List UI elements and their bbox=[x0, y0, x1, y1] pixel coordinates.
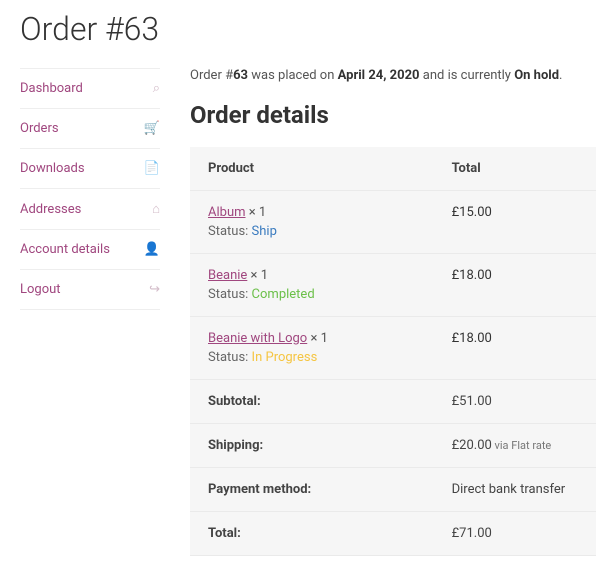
product-link[interactable]: Album bbox=[208, 205, 246, 220]
summary-label: Payment method: bbox=[190, 468, 434, 512]
sidebar-item-label: Dashboard bbox=[20, 81, 83, 96]
sidebar-item-account-details[interactable]: Account details 👤 bbox=[20, 230, 160, 270]
sidebar-item-dashboard[interactable]: Dashboard ⌕ bbox=[20, 68, 160, 109]
status-label: Status: bbox=[208, 350, 252, 365]
order-number: 63 bbox=[233, 68, 248, 83]
logout-icon: ↪ bbox=[149, 282, 160, 297]
product-status-line: Status: Completed bbox=[208, 287, 416, 302]
summary-value: £51.00 bbox=[434, 380, 596, 424]
page-title: Order #63 bbox=[20, 10, 596, 48]
file-icon: 📄 bbox=[144, 161, 160, 176]
account-sidebar: Dashboard ⌕ Orders 🛒 Downloads 📄 Address… bbox=[20, 68, 160, 556]
total-cell: £18.00 bbox=[434, 254, 596, 317]
product-status-line: Status: In Progress bbox=[208, 350, 416, 365]
product-qty: × 1 bbox=[247, 268, 268, 283]
sidebar-item-label: Downloads bbox=[20, 161, 85, 176]
summary-label: Subtotal: bbox=[190, 380, 434, 424]
sidebar-item-label: Addresses bbox=[20, 202, 81, 217]
summary-value: Direct bank transfer bbox=[434, 468, 596, 512]
product-link[interactable]: Beanie with Logo bbox=[208, 331, 307, 346]
summary-label: Total: bbox=[190, 512, 434, 556]
user-icon: 👤 bbox=[144, 242, 160, 257]
summary-row: Shipping:£20.00 via Flat rate bbox=[190, 424, 596, 468]
status-label: Status: bbox=[208, 287, 252, 302]
column-header-total: Total bbox=[434, 147, 596, 191]
table-row: Beanie with Logo × 1 Status: In Progress £… bbox=[190, 317, 596, 380]
sidebar-item-label: Logout bbox=[20, 282, 61, 297]
sidebar-item-downloads[interactable]: Downloads 📄 bbox=[20, 149, 160, 189]
product-link[interactable]: Beanie bbox=[208, 268, 247, 283]
product-cell: Beanie with Logo × 1 Status: In Progress bbox=[190, 317, 434, 380]
summary-value: £20.00 via Flat rate bbox=[434, 424, 596, 468]
total-cell: £18.00 bbox=[434, 317, 596, 380]
summary-extra: via Flat rate bbox=[492, 439, 551, 452]
dashboard-icon: ⌕ bbox=[153, 81, 160, 96]
sidebar-item-label: Account details bbox=[20, 242, 110, 257]
summary-row: Payment method:Direct bank transfer bbox=[190, 468, 596, 512]
sidebar-item-logout[interactable]: Logout ↪ bbox=[20, 270, 160, 310]
summary-row: Total:£71.00 bbox=[190, 512, 596, 556]
table-row: Beanie × 1 Status: Completed £18.00 bbox=[190, 254, 596, 317]
order-meta-text: . bbox=[559, 68, 562, 83]
product-status-line: Status: Ship bbox=[208, 224, 416, 239]
order-date: April 24, 2020 bbox=[338, 68, 420, 83]
product-cell: Beanie × 1 Status: Completed bbox=[190, 254, 434, 317]
status-label: Status: bbox=[208, 224, 252, 239]
order-meta: Order #63 was placed on April 24, 2020 a… bbox=[190, 68, 596, 83]
table-row: Album × 1 Status: Ship £15.00 bbox=[190, 191, 596, 254]
column-header-product: Product bbox=[190, 147, 434, 191]
sidebar-item-label: Orders bbox=[20, 121, 59, 136]
product-qty: × 1 bbox=[246, 205, 267, 220]
sidebar-item-orders[interactable]: Orders 🛒 bbox=[20, 109, 160, 149]
order-meta-prefix: Order # bbox=[190, 68, 233, 83]
sidebar-item-addresses[interactable]: Addresses ⌂ bbox=[20, 189, 160, 230]
summary-row: Subtotal:£51.00 bbox=[190, 380, 596, 424]
cart-icon: 🛒 bbox=[144, 121, 160, 136]
summary-value: £71.00 bbox=[434, 512, 596, 556]
product-cell: Album × 1 Status: Ship bbox=[190, 191, 434, 254]
order-status: On hold bbox=[514, 68, 559, 83]
order-details-main: Order #63 was placed on April 24, 2020 a… bbox=[190, 68, 596, 556]
order-details-heading: Order details bbox=[190, 101, 596, 129]
home-icon: ⌂ bbox=[152, 201, 160, 217]
status-value: Completed bbox=[252, 287, 315, 302]
status-value: Ship bbox=[252, 224, 277, 239]
order-meta-text: and is currently bbox=[420, 68, 515, 83]
product-qty: × 1 bbox=[307, 331, 328, 346]
summary-label: Shipping: bbox=[190, 424, 434, 468]
status-value: In Progress bbox=[252, 350, 318, 365]
order-meta-text: was placed on bbox=[248, 68, 338, 83]
order-details-table: Product Total Album × 1 Status: Ship £15.0… bbox=[190, 147, 596, 556]
total-cell: £15.00 bbox=[434, 191, 596, 254]
